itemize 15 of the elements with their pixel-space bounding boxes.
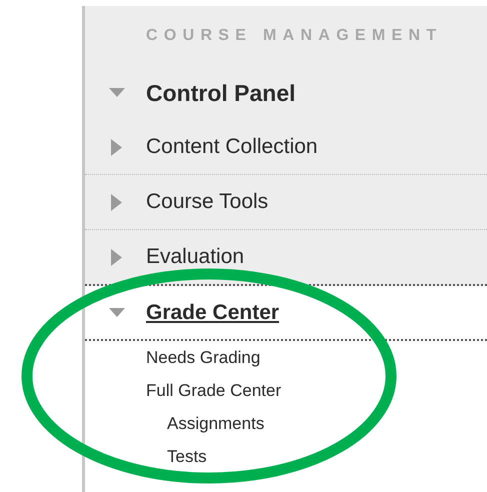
submenu-item[interactable]: Tests (167, 446, 207, 466)
panel-title[interactable]: Control Panel (146, 80, 296, 106)
submenu-item[interactable]: Needs Grading (146, 348, 260, 368)
expand-triangle-icon[interactable] (111, 248, 122, 266)
expand-triangle-icon[interactable] (111, 138, 122, 156)
section-heading: COURSE MANAGEMENT (145, 26, 444, 46)
collapse-triangle-icon[interactable] (108, 88, 124, 98)
menu-item[interactable]: Content Collection (146, 135, 318, 159)
collapse-triangle-icon[interactable] (108, 308, 124, 318)
menu-item[interactable]: Evaluation (146, 245, 244, 269)
submenu-item[interactable]: Assignments (167, 414, 264, 434)
submenu-item[interactable]: Full Grade Center (146, 380, 282, 400)
menu-item[interactable]: Course Tools (146, 190, 268, 214)
expand-triangle-icon[interactable] (111, 194, 122, 210)
menu-item[interactable]: Grade Center (146, 300, 280, 324)
